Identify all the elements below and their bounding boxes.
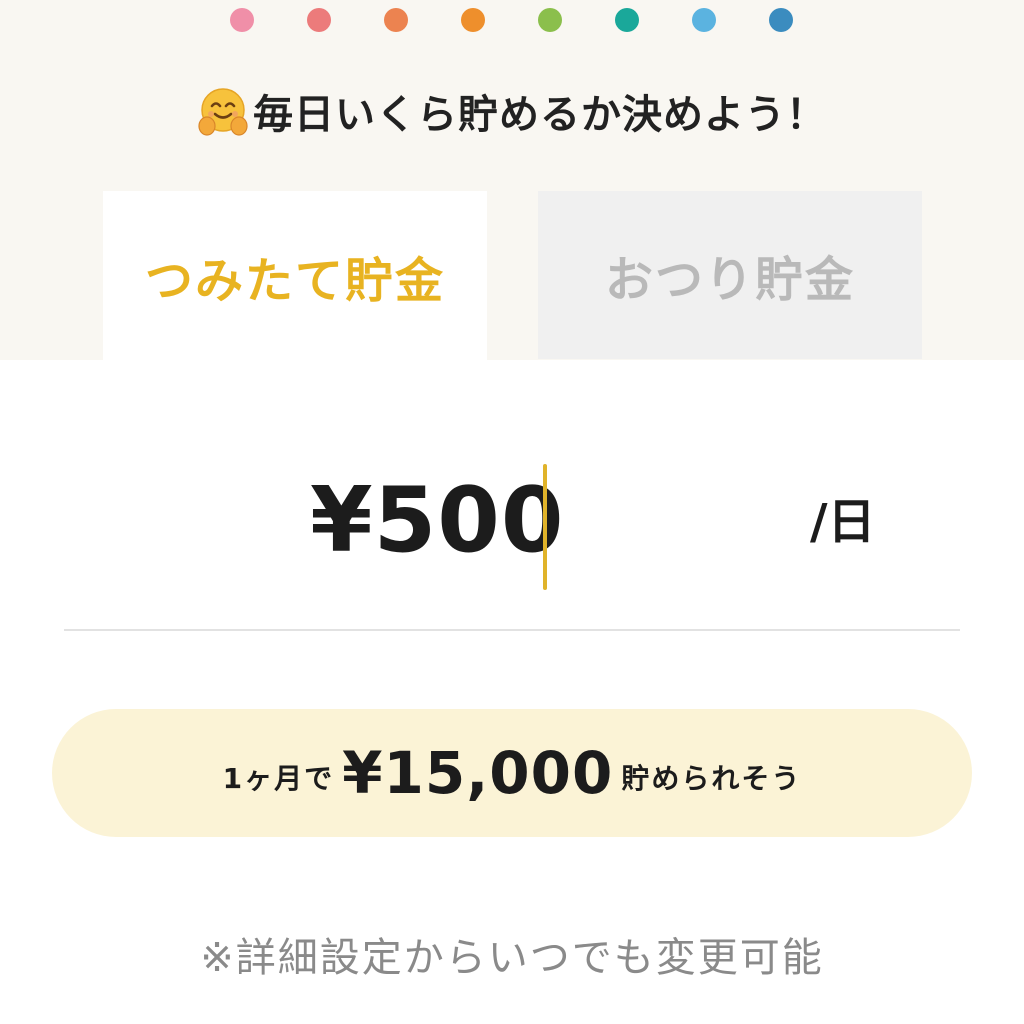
tab-tsumitate-label: つみたて貯金 <box>144 253 445 309</box>
step-dot <box>384 8 408 32</box>
amount-input-row[interactable]: ¥500 /日 <box>64 450 960 610</box>
step-dot <box>307 8 331 32</box>
daily-amount-input[interactable]: ¥500 <box>310 466 565 576</box>
step-dot <box>692 8 716 32</box>
step-dot <box>461 8 485 32</box>
step-dot <box>615 8 639 32</box>
step-dot <box>230 8 254 32</box>
savings-setup-screen: 毎日いくら貯めるか決めよう！ つみたて貯金 おつり貯金 ¥500 /日 1ヶ月で… <box>0 0 1024 1024</box>
page-title: 毎日いくら貯めるか決めよう！ <box>0 82 1024 140</box>
settings-note: ※詳細設定からいつでも変更可能 <box>200 935 824 981</box>
tab-otsuri[interactable]: おつり貯金 <box>538 191 922 359</box>
monthly-estimate-suffix: 貯められそう <box>621 762 802 795</box>
monthly-estimate-amount: ¥15,000 <box>342 739 614 807</box>
monthly-estimate-banner: 1ヶ月で ¥15,000 貯められそう <box>52 709 972 837</box>
step-indicator <box>0 8 1024 34</box>
step-dot <box>538 8 562 32</box>
text-caret <box>543 464 547 590</box>
header-area: 毎日いくら貯めるか決めよう！ つみたて貯金 おつり貯金 <box>0 0 1024 361</box>
page-title-text: 毎日いくら貯めるか決めよう！ <box>253 92 827 138</box>
tab-tsumitate[interactable]: つみたて貯金 <box>103 191 487 361</box>
step-dot <box>769 8 793 32</box>
tab-otsuri-label: おつり貯金 <box>604 252 855 308</box>
monthly-estimate-prefix: 1ヶ月で <box>222 762 335 795</box>
per-day-unit: /日 <box>810 494 876 550</box>
input-underline <box>64 629 960 631</box>
hugging-face-icon <box>198 88 248 136</box>
